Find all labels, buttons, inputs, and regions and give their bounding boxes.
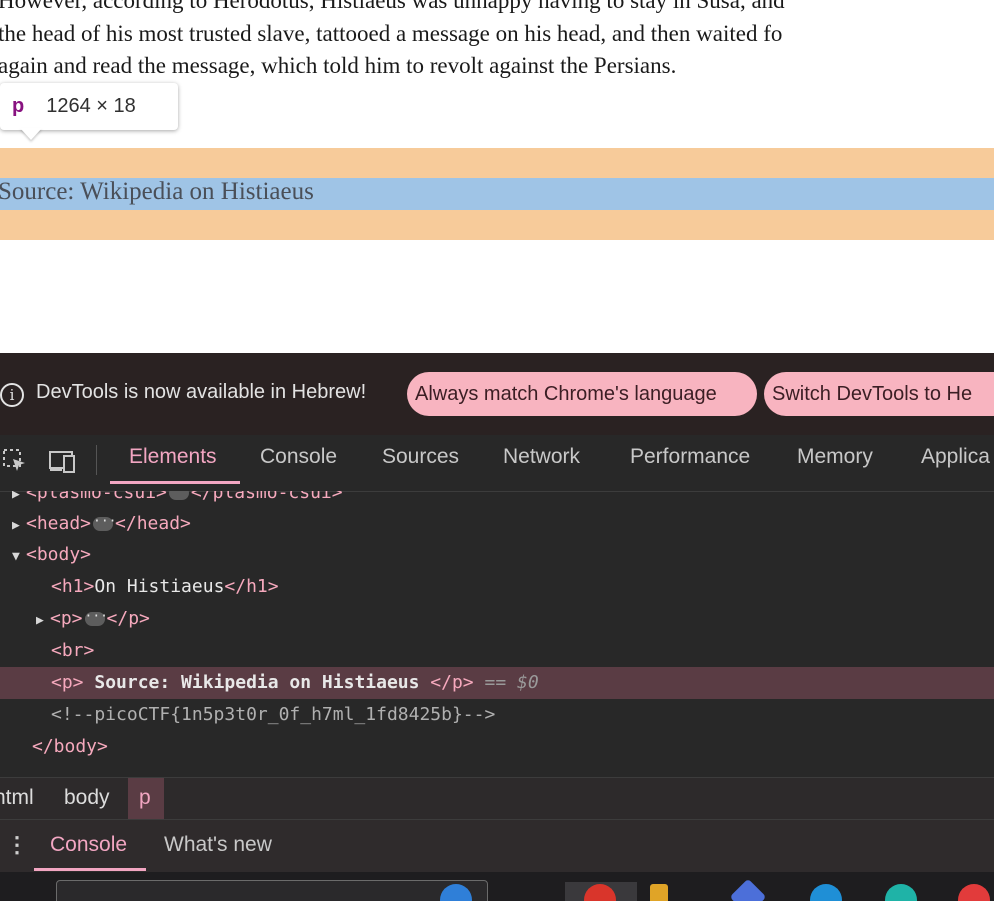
dom-node-body[interactable]: ▼ <body> bbox=[0, 539, 994, 571]
breadcrumb-p[interactable]: p bbox=[139, 786, 151, 810]
console-drawer: ⋮ Console What's new bbox=[0, 819, 994, 873]
tab-memory[interactable]: Memory bbox=[797, 445, 873, 469]
source-paragraph: Source: Wikipedia on Histiaeus bbox=[0, 178, 314, 205]
breadcrumb-html[interactable]: html bbox=[0, 786, 34, 810]
drawer-tab-console[interactable]: Console bbox=[50, 833, 127, 857]
breadcrumb-body[interactable]: body bbox=[64, 786, 110, 810]
expand-arrow-icon[interactable]: ▶ bbox=[36, 605, 50, 637]
dom-node-body-close[interactable]: </body> bbox=[0, 731, 994, 763]
app-icon[interactable] bbox=[885, 884, 917, 901]
taskbar-search-box[interactable] bbox=[56, 880, 488, 901]
inspect-tooltip: p 1264 × 18 bbox=[0, 83, 178, 130]
app-icon[interactable] bbox=[729, 878, 767, 901]
inspect-element-icon[interactable] bbox=[2, 448, 28, 481]
elements-tree: ▶<plasmo-csui>···</plasmo-csui> ▶<head>·… bbox=[0, 491, 994, 777]
tab-performance[interactable]: Performance bbox=[630, 445, 750, 469]
language-infobar: i DevTools is now available in Hebrew! A… bbox=[0, 353, 994, 435]
tab-network[interactable]: Network bbox=[503, 445, 580, 469]
app-icon[interactable] bbox=[810, 884, 842, 901]
expand-arrow-icon[interactable]: ▶ bbox=[12, 510, 26, 542]
paragraph-line: again and read the message, which told h… bbox=[0, 53, 677, 78]
ellipsis-icon[interactable]: ··· bbox=[168, 491, 192, 500]
dom-node-selected-p[interactable]: <p> Source: Wikipedia on Histiaeus </p> … bbox=[0, 667, 994, 699]
infobar-message: DevTools is now available in Hebrew! bbox=[36, 381, 367, 403]
info-icon: i bbox=[0, 383, 24, 407]
devtools-toolbar: Elements Console Sources Network Perform… bbox=[0, 435, 994, 492]
device-toolbar-icon[interactable] bbox=[48, 448, 78, 481]
drawer-tab-whats-new[interactable]: What's new bbox=[164, 833, 272, 857]
tooltip-dimensions: 1264 × 18 bbox=[46, 95, 136, 117]
ellipsis-icon[interactable]: ··· bbox=[93, 515, 117, 531]
paragraph-line: the head of his most trusted slave, tatt… bbox=[0, 20, 783, 46]
article-paragraph: However, according to Herodotus, Histiae… bbox=[0, 0, 994, 83]
switch-language-button[interactable]: Switch DevTools to He bbox=[764, 372, 994, 416]
active-tab-indicator bbox=[110, 481, 240, 484]
toolbar-separator bbox=[96, 445, 97, 475]
taskbar bbox=[0, 872, 994, 901]
dom-node-h1[interactable]: <h1>On Histiaeus</h1> bbox=[0, 571, 994, 603]
tooltip-tag-name: p bbox=[12, 95, 25, 117]
tab-sources[interactable]: Sources bbox=[382, 445, 459, 469]
ellipsis-icon[interactable]: ··· bbox=[84, 610, 108, 626]
tab-console[interactable]: Console bbox=[260, 445, 337, 469]
breadcrumb: html body p bbox=[0, 777, 994, 820]
tab-application[interactable]: Applica bbox=[921, 445, 990, 469]
drawer-menu-icon[interactable]: ⋮ bbox=[6, 832, 28, 858]
page-viewport: However, according to Herodotus, Histiae… bbox=[0, 0, 994, 353]
collapse-arrow-icon[interactable]: ▼ bbox=[12, 541, 26, 573]
tab-elements[interactable]: Elements bbox=[129, 445, 217, 469]
folder-icon[interactable] bbox=[650, 884, 668, 901]
paragraph-line: However, according to Herodotus, Histiae… bbox=[0, 0, 785, 13]
dom-node-p[interactable]: ▶ <p> ···</p> bbox=[0, 603, 994, 635]
dom-node-head[interactable]: ▶ <head> ···</head> bbox=[0, 508, 994, 540]
dom-node-br[interactable]: <br> bbox=[0, 635, 994, 667]
drawer-active-indicator bbox=[34, 868, 146, 871]
always-match-language-button[interactable]: Always match Chrome's language bbox=[407, 372, 757, 416]
app-icon[interactable] bbox=[958, 884, 990, 901]
devtools-panel: i DevTools is now available in Hebrew! A… bbox=[0, 353, 994, 901]
tooltip-arrow bbox=[20, 128, 42, 140]
dom-node-comment[interactable]: <!--picoCTF{1n5p3t0r_0f_h7ml_1fd8425b}--… bbox=[0, 699, 994, 731]
dom-node-plasmo[interactable]: ▶<plasmo-csui>···</plasmo-csui> bbox=[0, 491, 994, 509]
